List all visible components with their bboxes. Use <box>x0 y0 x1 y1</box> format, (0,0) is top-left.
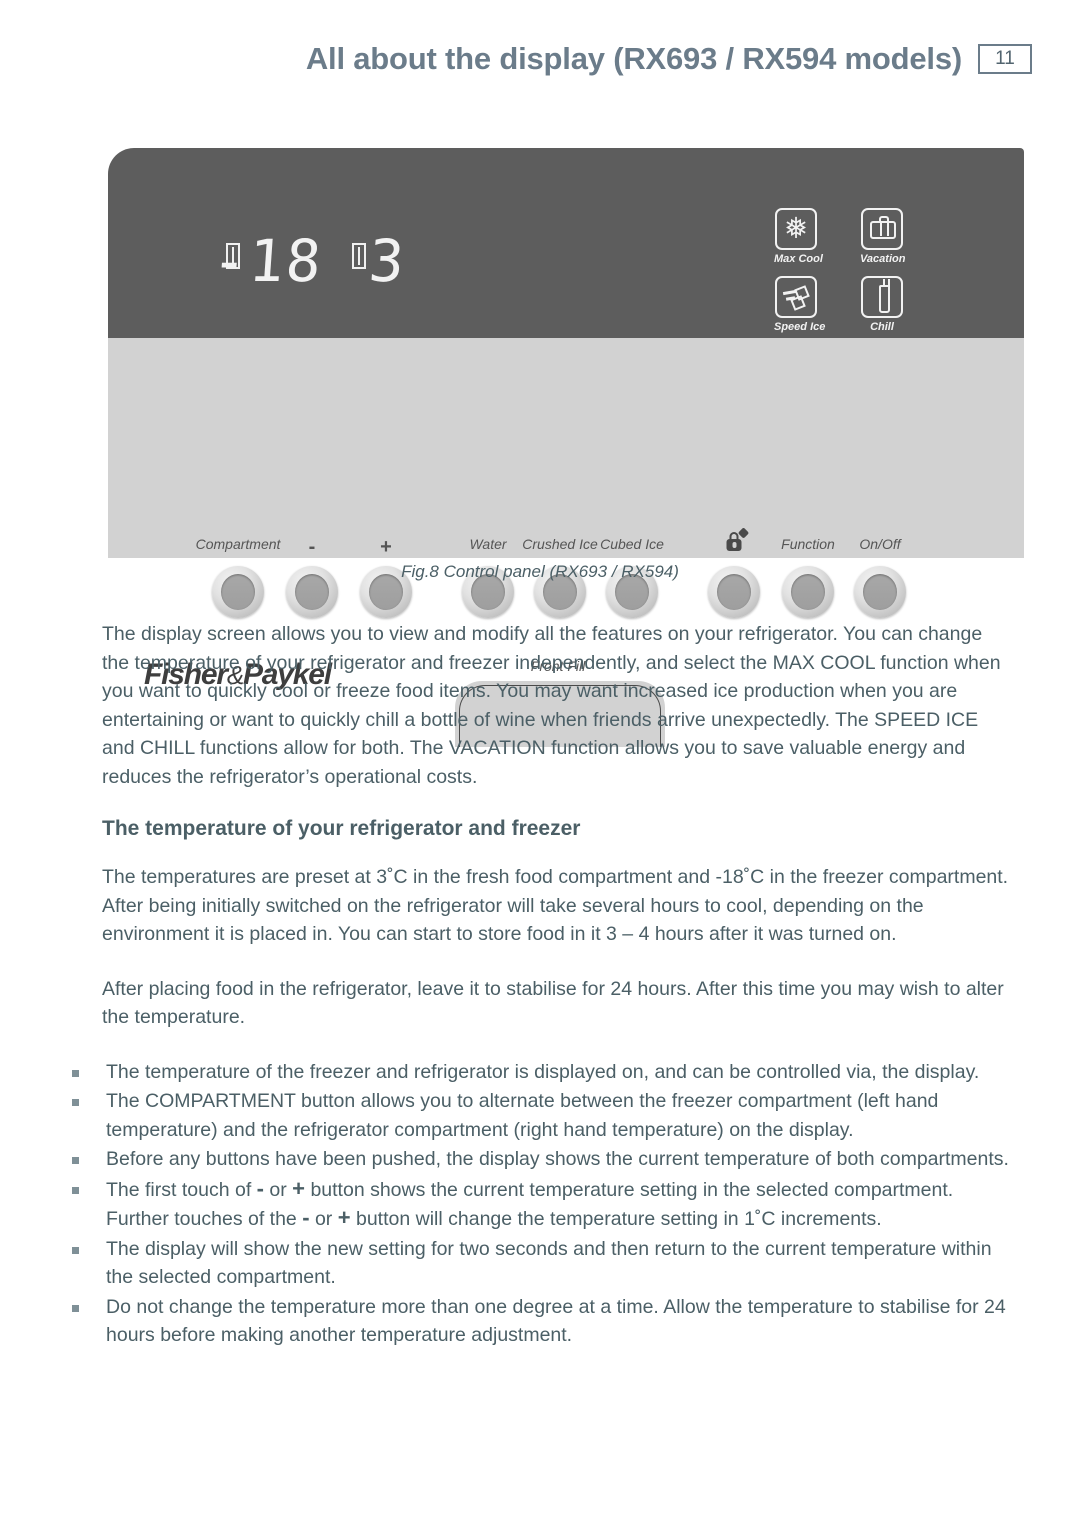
freezer-temperature-value: -18 <box>209 227 326 295</box>
bullet-list: The temperature of the freezer and refri… <box>64 1058 1010 1350</box>
vacation-function-icon: Vacation <box>860 208 906 265</box>
bottle-icon <box>879 279 890 313</box>
paragraph-stabilise: After placing food in the refrigerator, … <box>102 977 1004 1029</box>
plus-symbol-2: + <box>337 1205 351 1230</box>
speed-ice-icon <box>782 285 811 311</box>
speed-ice-label: Speed Ice <box>774 321 826 333</box>
snowflake-icon: ❅ <box>783 213 809 245</box>
article-content: The display screen allows you to view an… <box>72 620 1010 1351</box>
chill-label: Chill <box>870 321 894 333</box>
list-item: The temperature of the freezer and refri… <box>64 1058 1010 1087</box>
max-cool-function-icon: ❅ Max Cool <box>774 208 823 265</box>
subheading-temperature: The temperature of your refrigerator and… <box>102 817 581 840</box>
plus-symbol: + <box>292 1175 306 1201</box>
page-number-box: 11 <box>978 44 1032 74</box>
cubed-ice-button-label: Cubed Ice <box>600 536 664 552</box>
bullet-text-d: or <box>309 1208 338 1230</box>
figure-caption: Fig.8 Control panel (RX693 / RX594) <box>401 562 679 581</box>
control-panel-figure: -18 3 ❅ Max Cool Vacation Speed Ice Chil… <box>108 148 1024 750</box>
speed-ice-function-icon: Speed Ice <box>774 276 826 333</box>
compartment-button-label: Compartment <box>195 536 281 552</box>
button-panel-light: Compartment - + Water Crushed Ice Cubed … <box>108 338 1024 750</box>
bullet-text-e: button will change the temperature setti… <box>350 1208 882 1230</box>
plus-button-label: + <box>380 536 392 558</box>
vacation-label: Vacation <box>860 253 906 265</box>
button-labels-row: Compartment - + Water Crushed Ice Cubed … <box>108 527 1024 560</box>
minus-button-label: - <box>308 536 316 558</box>
page-number: 11 <box>995 48 1015 69</box>
fridge-temperature-value: 3 <box>366 227 409 295</box>
minus-symbol: - <box>256 1175 264 1201</box>
bullet-text-b: or <box>263 1178 293 1201</box>
list-item-with-symbols: The first touch of - or + button shows t… <box>64 1175 1010 1234</box>
on-off-button-label: On/Off <box>859 536 901 552</box>
display-panel-dark: -18 3 ❅ Max Cool Vacation Speed Ice Chil… <box>108 148 1024 470</box>
crushed-ice-button-label: Crushed Ice <box>522 536 598 552</box>
list-item: Do not change the temperature more than … <box>64 1293 1010 1350</box>
bullet-text-a: The first touch of <box>106 1178 257 1201</box>
water-button-label: Water <box>469 536 507 552</box>
page-header: All about the display (RX693 / RX594 mod… <box>0 34 1080 84</box>
function-button-label: Function <box>781 536 835 552</box>
max-cool-label: Max Cool <box>774 253 823 265</box>
list-item: The COMPARTMENT button allows you to alt… <box>64 1087 1010 1144</box>
list-item: Before any buttons have been pushed, the… <box>64 1145 1010 1174</box>
minus-symbol-2: - <box>302 1205 310 1230</box>
seven-segment-display: -18 3 <box>209 227 409 295</box>
lock-button-icon <box>726 527 750 551</box>
intro-paragraph: The display screen allows you to view an… <box>102 623 1001 788</box>
page-title: All about the display (RX693 / RX594 mod… <box>305 41 962 76</box>
suitcase-icon <box>870 216 896 239</box>
chill-function-icon: Chill <box>860 276 904 333</box>
list-item: The display will show the new setting fo… <box>64 1235 1010 1292</box>
paragraph-preset-temperatures: The temperatures are preset at 3˚C in th… <box>102 866 1009 945</box>
